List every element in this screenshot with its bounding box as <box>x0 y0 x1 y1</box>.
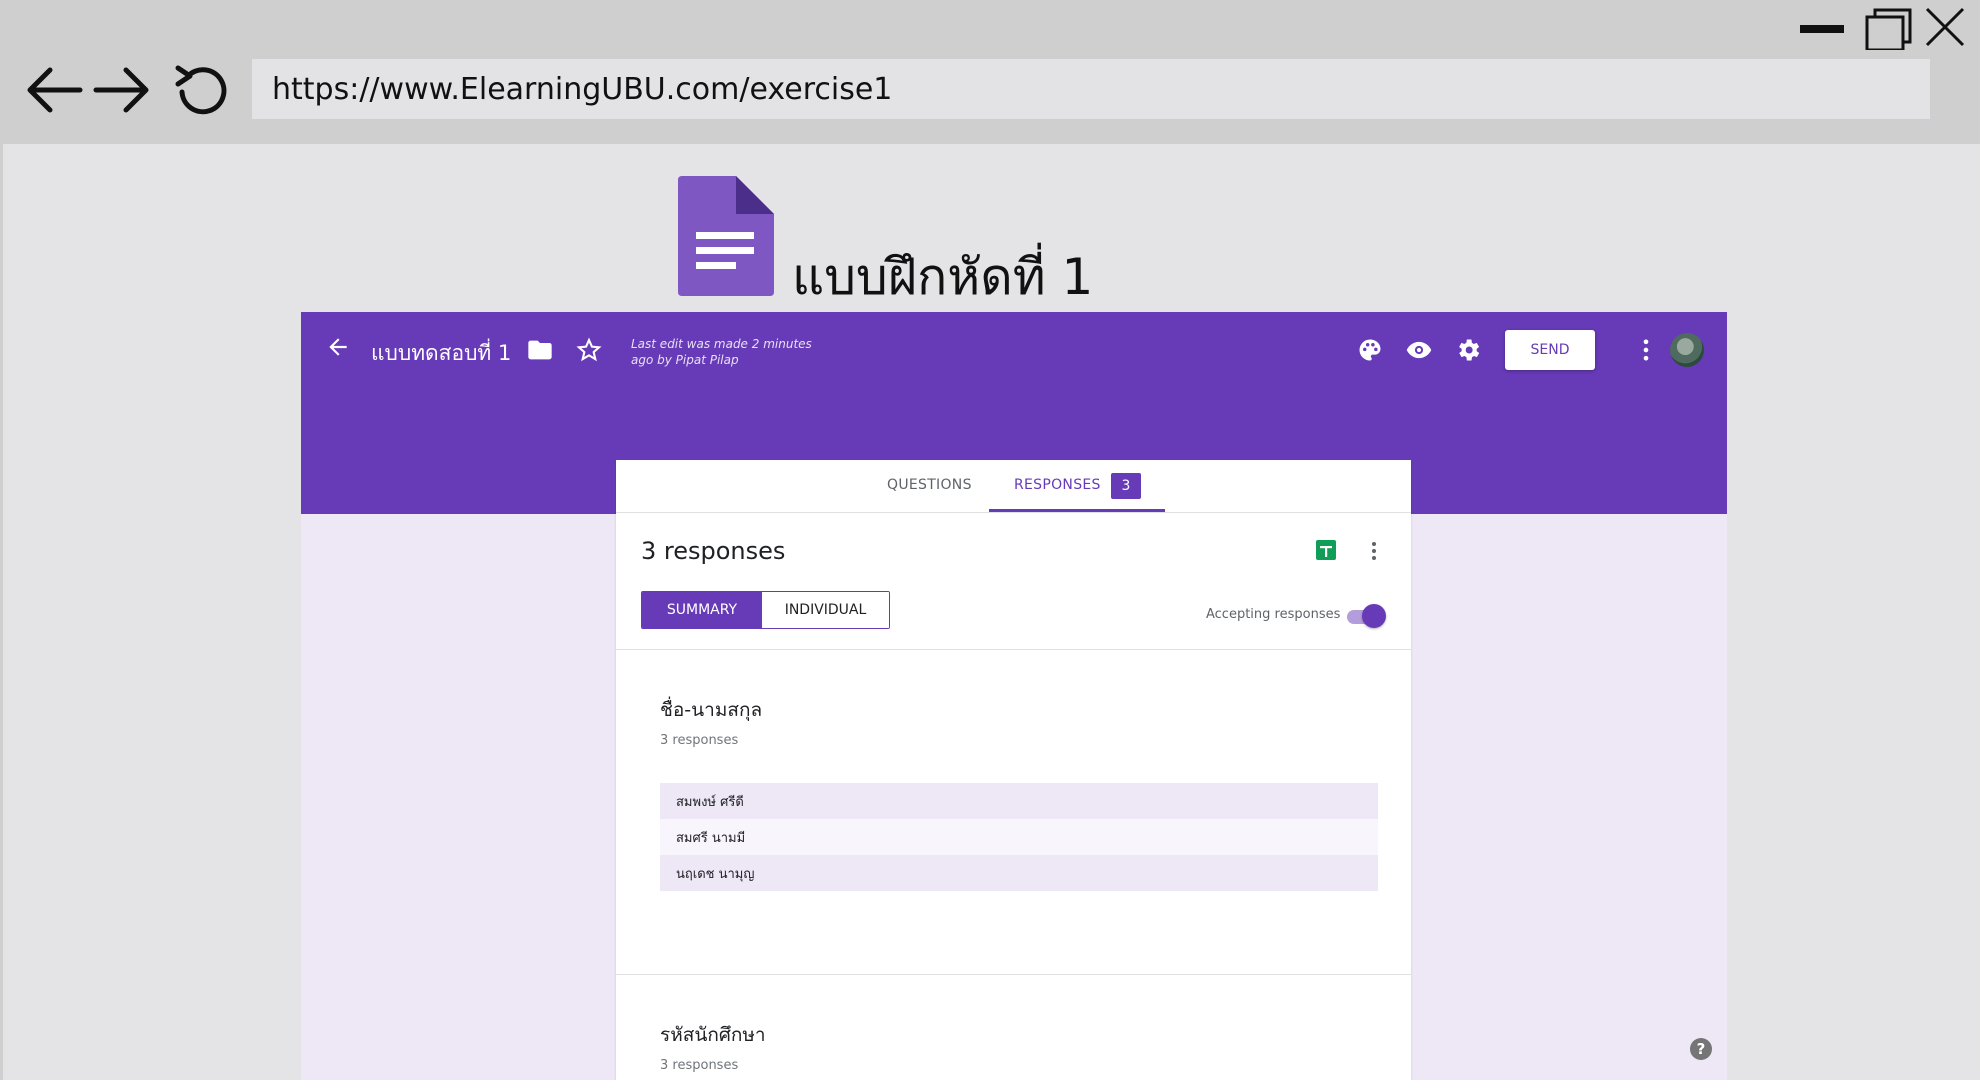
question-summary: ชื่อ-นามสกุล 3 responses สมพงษ์ ศรีดี สม… <box>616 650 1411 975</box>
individual-button[interactable]: INDIVIDUAL <box>762 592 889 628</box>
active-tab-indicator <box>989 509 1165 512</box>
avatar[interactable] <box>1670 333 1704 367</box>
responses-card: QUESTIONS RESPONSES 3 3 responses SUMMAR… <box>616 460 1411 1080</box>
question-response-count: 3 responses <box>660 733 739 748</box>
tab-questions[interactable]: QUESTIONS <box>887 477 972 493</box>
more-vert-icon[interactable] <box>1632 336 1660 364</box>
responses-count-badge: 3 <box>1111 473 1141 499</box>
browser-titlebar: https://www.ElearningUBU.com/exercise1 <box>0 0 1980 144</box>
minimize-icon[interactable] <box>1798 22 1846 36</box>
preview-eye-icon[interactable] <box>1405 336 1433 364</box>
toggle-knob[interactable] <box>1362 604 1386 628</box>
form-title[interactable]: แบบทดสอบที่ 1 <box>371 337 511 370</box>
question-response-count: 3 responses <box>660 1058 739 1073</box>
last-edit-note: Last edit was made 2 minutes ago by Pipa… <box>631 337 812 367</box>
tab-responses[interactable]: RESPONSES <box>1014 477 1101 493</box>
back-arrow-icon[interactable] <box>24 60 84 120</box>
back-arrow-icon[interactable] <box>325 334 351 360</box>
send-button[interactable]: SEND <box>1505 330 1595 370</box>
forms-app: แบบทดสอบที่ 1 Last edit was made 2 minut… <box>301 312 1727 1080</box>
help-icon[interactable]: ? <box>1690 1038 1712 1060</box>
accepting-responses-label: Accepting responses <box>1206 607 1341 622</box>
close-icon[interactable] <box>1924 6 1966 48</box>
reload-icon[interactable] <box>170 60 230 120</box>
question-title: รหัสนักศึกษา <box>660 1024 766 1046</box>
forward-arrow-icon[interactable] <box>92 60 152 120</box>
view-toggle: SUMMARY INDIVIDUAL <box>641 591 890 629</box>
google-forms-icon <box>678 176 774 296</box>
responses-summary-header: 3 responses SUMMARY INDIVIDUAL Accepting… <box>616 513 1411 650</box>
more-vert-icon[interactable] <box>1368 539 1380 563</box>
tab-bar: QUESTIONS RESPONSES 3 <box>616 460 1411 513</box>
star-icon[interactable] <box>575 336 603 364</box>
list-item: สมพงษ์ ศรีดี <box>660 783 1378 819</box>
question-title: ชื่อ-นามสกุล <box>660 699 763 721</box>
list-item: นฤเดช นามุญ <box>660 855 1378 891</box>
palette-icon[interactable] <box>1356 336 1384 364</box>
answer-list: สมพงษ์ ศรีดี สมศรี นามมี นฤเดช นามุญ <box>660 783 1378 891</box>
sheets-icon[interactable] <box>1316 540 1336 560</box>
list-item: สมศรี นามมี <box>660 819 1378 855</box>
url-text: https://www.ElearningUBU.com/exercise1 <box>272 71 893 107</box>
question-summary: รหัสนักศึกษา 3 responses <box>616 975 1411 1080</box>
settings-gear-icon[interactable] <box>1454 336 1482 364</box>
address-bar[interactable]: https://www.ElearningUBU.com/exercise1 <box>252 59 1930 119</box>
page-heading: แบบฝึกหัดที่ 1 <box>792 248 1094 306</box>
folder-icon[interactable] <box>526 336 554 364</box>
responses-count-title: 3 responses <box>641 537 786 565</box>
maximize-icon[interactable] <box>1862 6 1912 50</box>
summary-button[interactable]: SUMMARY <box>642 592 762 628</box>
